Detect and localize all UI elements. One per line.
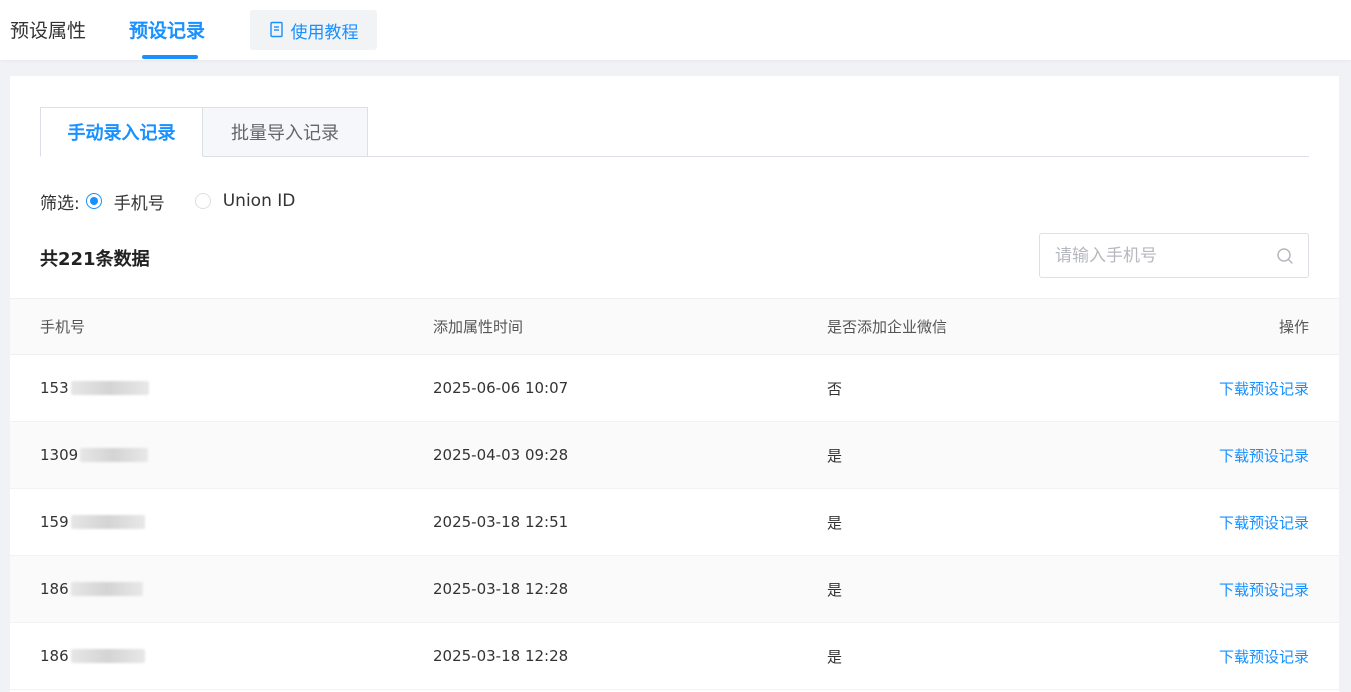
tab-preset-attributes[interactable]: 预设属性 <box>10 18 86 44</box>
wechat-cell: 是 <box>827 513 843 532</box>
phone-prefix: 186 <box>40 647 69 665</box>
time-cell: 2025-03-18 12:28 <box>433 580 569 598</box>
redacted-phone <box>70 381 149 395</box>
records-table: 手机号 添加属性时间 是否添加企业微信 操作 153 2025-06-06 10… <box>10 298 1339 690</box>
tab-manual-records[interactable]: 手动录入记录 <box>40 107 203 157</box>
wechat-cell: 是 <box>827 647 843 666</box>
document-icon <box>269 21 285 39</box>
phone-cell: 186 <box>40 556 143 622</box>
phone-prefix: 153 <box>40 379 69 397</box>
time-cell: 2025-06-06 10:07 <box>433 379 569 397</box>
tab-preset-records[interactable]: 预设记录 <box>129 18 205 44</box>
search-box <box>1039 233 1309 278</box>
records-card: 手动录入记录 批量导入记录 筛选: 手机号 Union ID 共221条数据 手… <box>10 76 1339 692</box>
filter-label: 筛选: <box>40 193 80 214</box>
time-cell: 2025-03-18 12:28 <box>433 647 569 665</box>
table-row: 153 2025-06-06 10:07 否 下载预设记录 <box>10 355 1339 422</box>
phone-prefix: 159 <box>40 513 69 531</box>
phone-prefix: 1309 <box>40 446 79 464</box>
header-phone: 手机号 <box>40 318 86 336</box>
radio-checked-icon[interactable] <box>85 193 102 209</box>
search-input[interactable] <box>1040 234 1270 277</box>
table-header: 手机号 添加属性时间 是否添加企业微信 操作 <box>10 298 1339 355</box>
tutorial-button[interactable]: 使用教程 <box>250 10 377 50</box>
download-record-link[interactable]: 下载预设记录 <box>1219 355 1309 421</box>
phone-cell: 159 <box>40 489 145 555</box>
header-time: 添加属性时间 <box>433 318 524 336</box>
tab-batch-import-records[interactable]: 批量导入记录 <box>203 107 368 157</box>
active-tab-indicator <box>142 55 198 59</box>
filter-bar: 筛选: 手机号 Union ID <box>40 189 325 214</box>
table-row: 159 2025-03-18 12:51 是 下载预设记录 <box>10 489 1339 556</box>
top-nav: 预设属性 预设记录 使用教程 <box>0 0 1351 60</box>
radio-union-id[interactable]: Union ID <box>194 191 296 211</box>
time-cell: 2025-04-03 09:28 <box>433 446 569 464</box>
phone-prefix: 186 <box>40 580 69 598</box>
wechat-cell: 否 <box>827 379 843 398</box>
phone-cell: 186 <box>40 623 145 689</box>
time-cell: 2025-03-18 12:51 <box>433 513 569 531</box>
tutorial-label: 使用教程 <box>290 22 359 43</box>
search-icon[interactable] <box>1276 247 1294 265</box>
wechat-cell: 是 <box>827 446 843 465</box>
redacted-phone <box>70 515 145 529</box>
radio-unchecked-icon[interactable] <box>194 193 211 209</box>
redacted-phone <box>70 649 145 663</box>
record-count: 共221条数据 <box>40 249 150 270</box>
radio-union-id-label: Union ID <box>222 191 296 211</box>
redacted-phone <box>70 582 143 596</box>
table-row: 186 2025-03-18 12:28 是 下载预设记录 <box>10 623 1339 690</box>
download-record-link[interactable]: 下载预设记录 <box>1219 489 1309 555</box>
download-record-link[interactable]: 下载预设记录 <box>1219 422 1309 488</box>
record-type-tabs: 手动录入记录 批量导入记录 <box>40 107 1309 157</box>
radio-phone[interactable]: 手机号 <box>85 189 165 214</box>
table-row: 1309 2025-04-03 09:28 是 下载预设记录 <box>10 422 1339 489</box>
download-record-link[interactable]: 下载预设记录 <box>1219 623 1309 689</box>
radio-phone-label: 手机号 <box>113 193 165 214</box>
wechat-cell: 是 <box>827 580 843 599</box>
header-action: 操作 <box>1278 318 1309 336</box>
redacted-phone <box>80 448 149 462</box>
phone-cell: 1309 <box>40 422 149 488</box>
download-record-link[interactable]: 下载预设记录 <box>1219 556 1309 622</box>
header-wechat: 是否添加企业微信 <box>827 318 948 336</box>
phone-cell: 153 <box>40 355 149 421</box>
table-row: 186 2025-03-18 12:28 是 下载预设记录 <box>10 556 1339 623</box>
